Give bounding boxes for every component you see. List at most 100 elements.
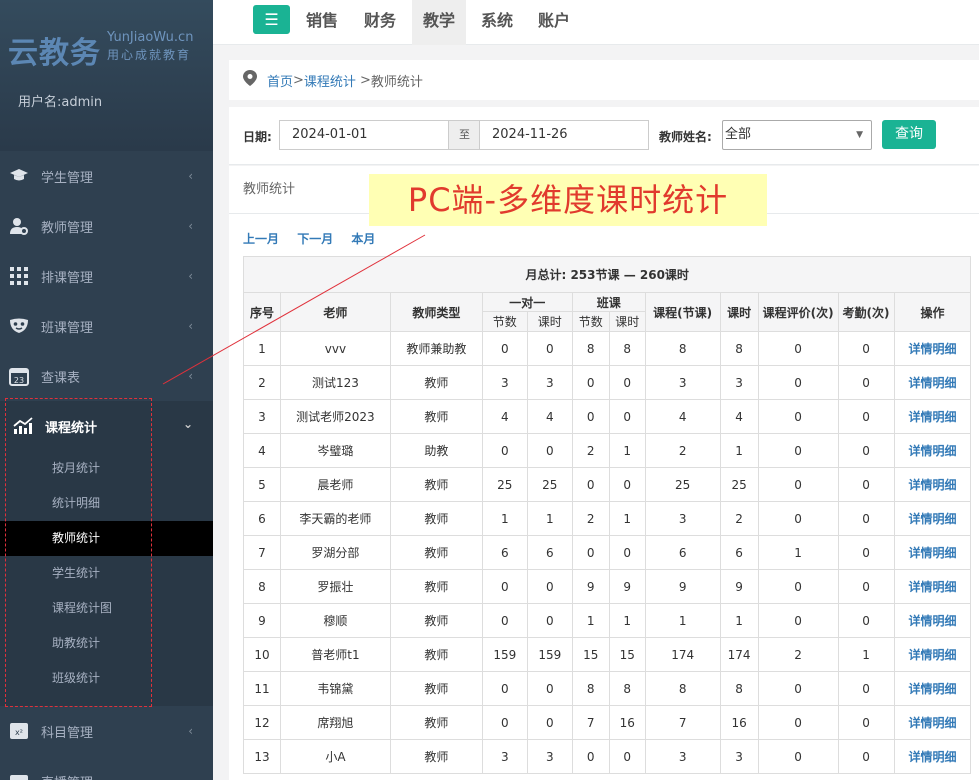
details-link[interactable]: 详情明细: [908, 478, 956, 492]
details-link[interactable]: 详情明细: [908, 580, 956, 594]
details-link[interactable]: 详情明细: [908, 750, 956, 764]
table-cell: 0: [571, 535, 610, 570]
tab-finance[interactable]: 财务: [353, 0, 407, 45]
table-cell: 6: [481, 535, 528, 570]
table-cell: 0: [837, 739, 895, 774]
breadcrumb-separator: >: [359, 72, 371, 88]
submenu-item[interactable]: 按月统计: [0, 451, 213, 486]
sidebar-item-timetable[interactable]: 23 查课表 ‹: [0, 351, 213, 401]
table-cell: 普老师t1: [279, 637, 391, 672]
table-cell: 0: [608, 467, 646, 502]
table-cell-operation: 详情明细: [893, 637, 972, 672]
end-date-input[interactable]: 2024-11-26: [479, 120, 649, 150]
header-operation: 操作: [893, 292, 972, 332]
table-cell: 2: [644, 433, 721, 468]
table-cell: 助教: [389, 433, 483, 468]
table-cell: 0: [608, 535, 646, 570]
sidebar-item-label: 教师管理: [41, 220, 94, 236]
details-link[interactable]: 详情明细: [908, 444, 956, 458]
table-cell: 0: [481, 603, 528, 638]
table-cell: 0: [757, 501, 839, 536]
next-month-link[interactable]: 下一月: [297, 232, 333, 246]
logo-text: 云教务: [8, 36, 101, 71]
sidebar-item-scheduling[interactable]: 排课管理 ‹: [0, 251, 213, 301]
location-pin-icon: [243, 70, 257, 90]
table-cell: 7: [644, 705, 721, 740]
table-cell: 25: [719, 467, 759, 502]
details-link[interactable]: 详情明细: [908, 546, 956, 560]
table-cell: 1: [526, 501, 573, 536]
sidebar-item-teachers[interactable]: 教师管理 ‹: [0, 201, 213, 251]
prev-month-link[interactable]: 上一月: [243, 232, 279, 246]
live-icon: [8, 770, 30, 780]
table-cell: 174: [719, 637, 759, 672]
sidebar-item-course-stats[interactable]: 课程统计 ⌄: [0, 401, 213, 451]
submenu-item[interactable]: 学生统计: [0, 556, 213, 591]
sidebar-item-live[interactable]: 直播管理: [0, 756, 213, 780]
table-cell: 0: [526, 671, 573, 706]
details-link[interactable]: 详情明细: [908, 614, 956, 628]
submenu-item[interactable]: 统计明细: [0, 486, 213, 521]
details-link[interactable]: 详情明细: [908, 342, 956, 356]
table-cell: 8: [644, 331, 721, 366]
table-cell: 李天霸的老师: [279, 501, 391, 536]
table-cell: 岑璧璐: [279, 433, 391, 468]
chevron-left-icon: ‹: [188, 169, 193, 183]
chart-icon: [12, 415, 34, 437]
tab-system[interactable]: 系统: [470, 0, 524, 45]
table-cell: 2: [757, 637, 839, 672]
header-attendance: 考勤(次): [837, 292, 895, 332]
table-cell: 16: [608, 705, 646, 740]
table-cell-operation: 详情明细: [893, 671, 972, 706]
table-cell: 测试老师2023: [279, 399, 391, 434]
table-cell: 10: [243, 637, 281, 672]
submenu-item-active[interactable]: 教师统计: [0, 521, 213, 556]
details-link[interactable]: 详情明细: [908, 648, 956, 662]
details-link[interactable]: 详情明细: [908, 512, 956, 526]
date-label: 日期:: [243, 130, 272, 144]
tab-teaching[interactable]: 教学: [412, 0, 467, 45]
table-cell: 0: [837, 433, 895, 468]
table-cell: 0: [481, 433, 528, 468]
logo-slogan: 用心成就教育: [107, 48, 192, 62]
submenu-item[interactable]: 班级统计: [0, 661, 213, 696]
table-cell: 教师兼助教: [389, 331, 483, 366]
table-cell: 4: [526, 399, 573, 434]
sidebar-item-subjects[interactable]: x² 科目管理 ‹: [0, 706, 213, 756]
start-date-input[interactable]: 2024-01-01: [279, 120, 449, 150]
filter-bar: 日期: 2024-01-01 至 2024-11-26 教师姓名: 全部 ▼ 查…: [229, 107, 979, 165]
sidebar-item-students[interactable]: 学生管理 ‹: [0, 151, 213, 201]
table-cell: 0: [526, 569, 573, 604]
table-cell: 159: [526, 637, 573, 672]
details-link[interactable]: 详情明细: [908, 376, 956, 390]
table-cell: 教师: [389, 399, 483, 434]
table-cell: 8: [719, 331, 759, 366]
table-cell-operation: 详情明细: [893, 331, 972, 366]
table-cell-operation: 详情明细: [893, 739, 972, 774]
table-cell: 0: [571, 467, 610, 502]
breadcrumb-course-stats[interactable]: 课程统计: [304, 71, 356, 90]
table-cell: 0: [837, 467, 895, 502]
table-cell: 0: [526, 705, 573, 740]
teacher-select[interactable]: 全部 ▼: [722, 120, 872, 150]
table-cell: 0: [526, 603, 573, 638]
details-link[interactable]: 详情明细: [908, 410, 956, 424]
details-link[interactable]: 详情明细: [908, 682, 956, 696]
breadcrumb-home[interactable]: 首页: [267, 71, 293, 90]
tab-account[interactable]: 账户: [527, 0, 581, 45]
submenu-item[interactable]: 助教统计: [0, 626, 213, 661]
table-cell: 7: [571, 705, 610, 740]
table-cell: 0: [571, 399, 610, 434]
query-button[interactable]: 查询: [882, 120, 936, 149]
details-link[interactable]: 详情明细: [908, 716, 956, 730]
submenu-item[interactable]: 课程统计图: [0, 591, 213, 626]
menu-toggle-button[interactable]: ☰: [253, 5, 290, 34]
this-month-link[interactable]: 本月: [351, 232, 375, 246]
chevron-left-icon: ‹: [188, 319, 193, 333]
table-cell: 0: [481, 569, 528, 604]
sidebar-item-classes[interactable]: 班课管理 ‹: [0, 301, 213, 351]
table-cell: 15: [608, 637, 646, 672]
sidebar-item-label: 直播管理: [41, 772, 93, 780]
tab-sales[interactable]: 销售: [295, 0, 349, 45]
table-cell: 0: [837, 603, 895, 638]
